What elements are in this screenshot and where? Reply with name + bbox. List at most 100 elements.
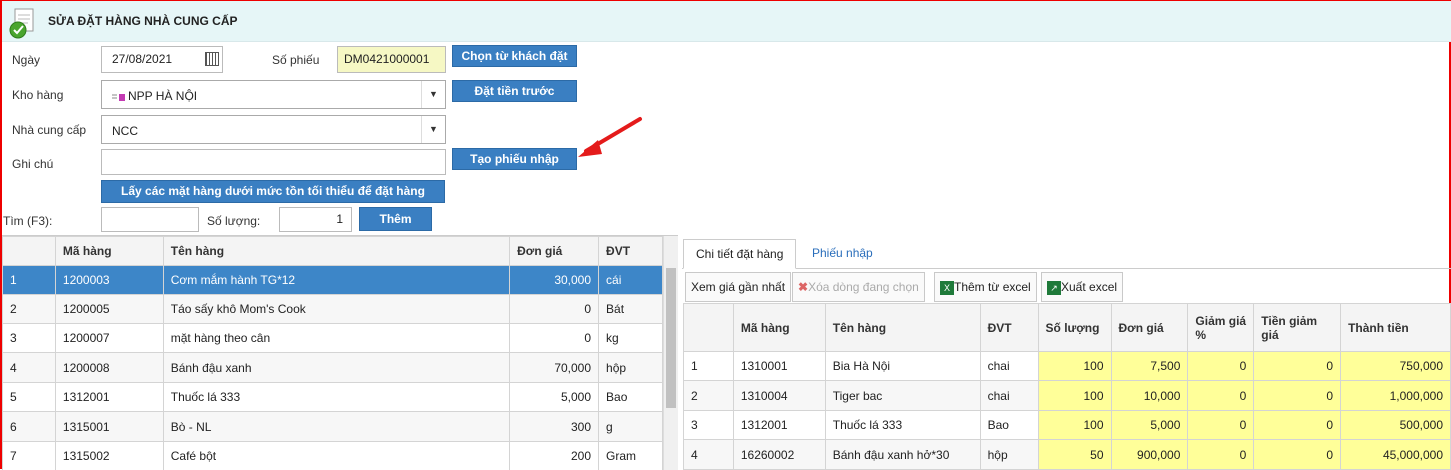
search-input[interactable] — [101, 207, 199, 232]
unit-price: 30,000 — [510, 266, 599, 295]
column-header[interactable]: Đơn giá — [1111, 304, 1188, 352]
discount-percent-cell[interactable]: 0 — [1188, 381, 1254, 411]
product-code: 1200007 — [55, 324, 163, 353]
column-header[interactable]: Tên hàng — [825, 304, 980, 352]
column-header[interactable]: Mã hàng — [55, 237, 163, 266]
column-header[interactable]: Thành tiền — [1341, 304, 1451, 352]
excel-export-icon: ↗ — [1047, 281, 1061, 295]
chevron-down-icon[interactable]: ▼ — [421, 81, 445, 108]
table-row[interactable]: 6 1315001 Bò - NL 300 g — [3, 412, 663, 442]
export-excel-label: Xuất excel — [1061, 280, 1117, 294]
quantity-cell[interactable]: 100 — [1038, 352, 1111, 381]
supplier-select[interactable]: NCC ▼ — [101, 115, 446, 144]
unit-price: 0 — [510, 324, 599, 353]
voucher-field[interactable]: DM0421000001 — [337, 46, 446, 73]
product-name: Thuốc lá 333 — [163, 383, 509, 412]
product-name: Bánh đậu xanh hở*30 — [825, 440, 980, 470]
table-row[interactable]: 5 1312001 Thuốc lá 333 5,000 Bao — [3, 383, 663, 412]
unit-price-cell[interactable]: 5,000 — [1111, 411, 1188, 440]
column-header[interactable]: Đơn giá — [510, 237, 599, 266]
table-row[interactable]: 1 1310001 Bia Hà Nội chai 100 7,500 0 0 … — [684, 352, 1451, 381]
unit-price-cell[interactable]: 7,500 — [1111, 352, 1188, 381]
total-cell[interactable]: 500,000 — [1341, 411, 1451, 440]
product-code: 1312001 — [733, 411, 825, 440]
quantity-cell[interactable]: 100 — [1038, 411, 1111, 440]
min-stock-button[interactable]: Lấy các mặt hàng dưới mức tồn tối thiểu … — [101, 180, 445, 203]
product-name: Táo sấy khô Mom's Cook — [163, 295, 509, 324]
warehouse-select[interactable]: NPP HÀ NỘI ▼ — [101, 80, 446, 109]
product-code: 16260002 — [733, 440, 825, 470]
voucher-label: Số phiếu — [272, 53, 319, 67]
calendar-icon[interactable] — [205, 52, 219, 66]
product-name: mặt hàng theo cân — [163, 324, 509, 353]
unit: kg — [599, 324, 663, 353]
discount-amount-cell[interactable]: 0 — [1254, 440, 1341, 470]
discount-percent-cell[interactable]: 0 — [1188, 440, 1254, 470]
discount-amount-cell[interactable]: 0 — [1254, 352, 1341, 381]
delete-icon: ✖ — [798, 280, 808, 294]
unit-price: 0 — [510, 295, 599, 324]
recent-price-button[interactable]: Xem giá gần nhất — [685, 272, 791, 302]
table-row[interactable]: 3 1200007 mặt hàng theo cân 0 kg — [3, 324, 663, 353]
scrollbar-thumb[interactable] — [666, 268, 676, 408]
unit: chai — [980, 381, 1038, 411]
tab-receipt[interactable]: Phiếu nhập — [800, 239, 885, 269]
create-receipt-button[interactable]: Tạo phiếu nhập — [452, 148, 577, 170]
tab-order-detail[interactable]: Chi tiết đặt hàng — [683, 239, 796, 269]
quantity-cell[interactable]: 50 — [1038, 440, 1111, 470]
product-name: Bia Hà Nội — [825, 352, 980, 381]
add-button[interactable]: Thêm — [359, 207, 432, 231]
unit-price-cell[interactable]: 900,000 — [1111, 440, 1188, 470]
product-table-panel: Mã hàng Tên hàng Đơn giá ĐVT 1 1200003 C… — [2, 235, 678, 470]
discount-amount-cell[interactable]: 0 — [1254, 381, 1341, 411]
scrollbar[interactable] — [663, 236, 678, 470]
total-cell[interactable]: 45,000,000 — [1341, 440, 1451, 470]
total-cell[interactable]: 1,000,000 — [1341, 381, 1451, 411]
table-row[interactable]: 1 1200003 Cơm mắm hành TG*12 30,000 cái — [3, 266, 663, 295]
column-header — [684, 304, 734, 352]
quantity-cell[interactable]: 100 — [1038, 381, 1111, 411]
column-header[interactable]: Giảm giá % — [1188, 304, 1254, 352]
unit-price-cell[interactable]: 10,000 — [1111, 381, 1188, 411]
total-cell[interactable]: 750,000 — [1341, 352, 1451, 381]
table-row[interactable]: 3 1312001 Thuốc lá 333 Bao 100 5,000 0 0… — [684, 411, 1451, 440]
column-header[interactable]: ĐVT — [980, 304, 1038, 352]
note-input[interactable] — [101, 149, 446, 175]
product-code: 1200005 — [55, 295, 163, 324]
add-from-excel-button[interactable]: XThêm từ excel — [934, 272, 1037, 302]
product-name: Tiger bac — [825, 381, 980, 411]
unit: Gram — [599, 442, 663, 470]
discount-amount-cell[interactable]: 0 — [1254, 411, 1341, 440]
table-row[interactable]: 4 1200008 Bánh đậu xanh 70,000 hộp — [3, 353, 663, 383]
column-header — [3, 237, 56, 266]
column-header[interactable]: ĐVT — [599, 237, 663, 266]
unit-price: 200 — [510, 442, 599, 470]
product-code: 1312001 — [55, 383, 163, 412]
column-header[interactable]: Tiền giảm giá — [1254, 304, 1341, 352]
discount-percent-cell[interactable]: 0 — [1188, 352, 1254, 381]
table-row[interactable]: 4 16260002 Bánh đậu xanh hở*30 hộp 50 90… — [684, 440, 1451, 470]
prepay-button[interactable]: Đặt tiền trước — [452, 80, 577, 102]
row-number: 1 — [3, 266, 56, 295]
choose-customer-button[interactable]: Chọn từ khách đặt — [452, 45, 577, 67]
table-row[interactable]: 7 1315002 Café bột 200 Gram — [3, 442, 663, 470]
column-header[interactable]: Tên hàng — [163, 237, 509, 266]
discount-percent-cell[interactable]: 0 — [1188, 411, 1254, 440]
chevron-down-icon[interactable]: ▼ — [421, 116, 445, 143]
unit-price: 300 — [510, 412, 599, 442]
delete-row-button[interactable]: ✖Xóa dòng đang chọn — [792, 272, 925, 302]
unit: Bao — [599, 383, 663, 412]
export-excel-button[interactable]: ↗Xuất excel — [1041, 272, 1123, 302]
page-title: SỬA ĐẶT HÀNG NHÀ CUNG CẤP — [48, 14, 238, 28]
table-row[interactable]: 2 1200005 Táo sấy khô Mom's Cook 0 Bát — [3, 295, 663, 324]
tab-divider — [682, 268, 1451, 269]
detail-table: Mã hàng Tên hàng ĐVT Số lượng Đơn giá Gi… — [683, 303, 1451, 470]
product-code: 1310001 — [733, 352, 825, 381]
table-row[interactable]: 2 1310004 Tiger bac chai 100 10,000 0 0 … — [684, 381, 1451, 411]
unit: Bát — [599, 295, 663, 324]
quantity-input[interactable]: 1 — [279, 207, 352, 232]
date-input[interactable]: 27/08/2021 — [101, 46, 223, 73]
column-header[interactable]: Mã hàng — [733, 304, 825, 352]
column-header[interactable]: Số lượng — [1038, 304, 1111, 352]
row-number: 4 — [684, 440, 734, 470]
